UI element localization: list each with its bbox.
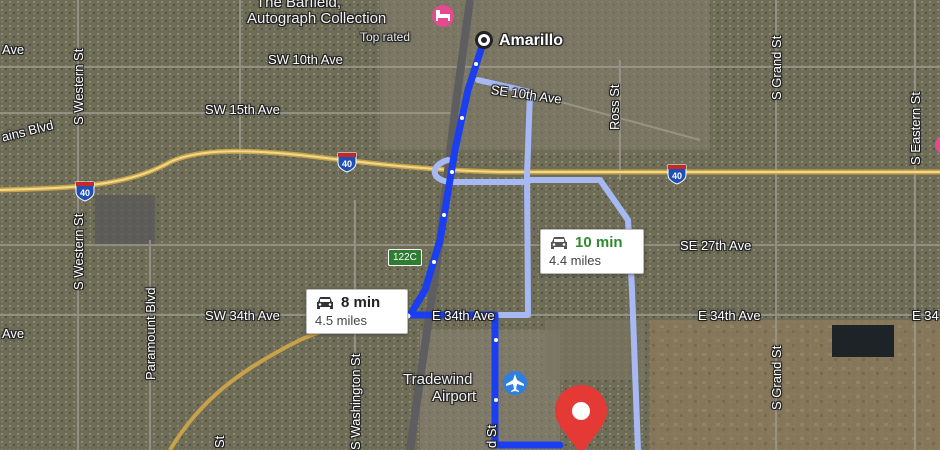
route-callout-selected[interactable]: 8 min 4.5 miles <box>306 289 408 334</box>
route-distance: 4.4 miles <box>549 253 602 268</box>
route-time: 10 min <box>575 234 623 251</box>
street-label: SE 27th Ave <box>680 238 752 253</box>
pond <box>832 325 894 357</box>
street-label: S Grand St <box>769 35 784 100</box>
street-label: E 34 <box>912 308 939 323</box>
street-label: Ave <box>2 42 25 57</box>
hotel-name-line2[interactable]: Autograph Collection <box>247 10 386 27</box>
street-label: S Grand St <box>769 345 784 410</box>
street-label: Ross St <box>607 84 622 130</box>
origin-marker-icon[interactable] <box>475 31 493 49</box>
street-label: Ave <box>2 326 25 341</box>
shield-number: 40 <box>80 188 90 198</box>
shield-number: 40 <box>342 159 352 169</box>
street-label: E 34th Ave <box>698 308 761 323</box>
street-label: SW 10th Ave <box>268 52 343 67</box>
airplane-icon[interactable] <box>503 371 527 395</box>
hotel-note: Top rated <box>360 30 411 44</box>
downtown-area <box>380 0 710 150</box>
bed-icon[interactable] <box>432 5 454 27</box>
city-label[interactable]: Amarillo <box>499 32 563 50</box>
airport-name-line1[interactable]: Tradewind <box>403 371 472 388</box>
lot-southeast <box>545 320 645 380</box>
car-icon <box>317 296 333 309</box>
car-icon <box>551 236 567 249</box>
street-label: S Washington St <box>348 353 363 450</box>
street-label: S Eastern St <box>908 92 923 165</box>
route-distance: 4.5 miles <box>315 313 368 328</box>
street-label: SW 15th Ave <box>205 102 280 117</box>
street-label: S Western St <box>71 48 86 125</box>
street-label: S Western St <box>71 213 86 290</box>
street-label: E 34th Ave <box>432 308 495 323</box>
farmland-east <box>650 320 940 450</box>
exit-sign: 122C <box>388 249 422 266</box>
airport-name-line2[interactable]: Airport <box>432 388 476 405</box>
industrial-area <box>95 195 155 245</box>
street-label: SW 34th Ave <box>205 308 280 323</box>
route-callout-alternate[interactable]: 10 min 4.4 miles <box>540 229 644 274</box>
street-label: St <box>212 435 227 448</box>
route-time: 8 min <box>341 294 381 311</box>
street-label: Paramount Blvd <box>143 287 158 381</box>
street-label: d St <box>484 424 499 448</box>
shield-number: 40 <box>672 171 682 181</box>
